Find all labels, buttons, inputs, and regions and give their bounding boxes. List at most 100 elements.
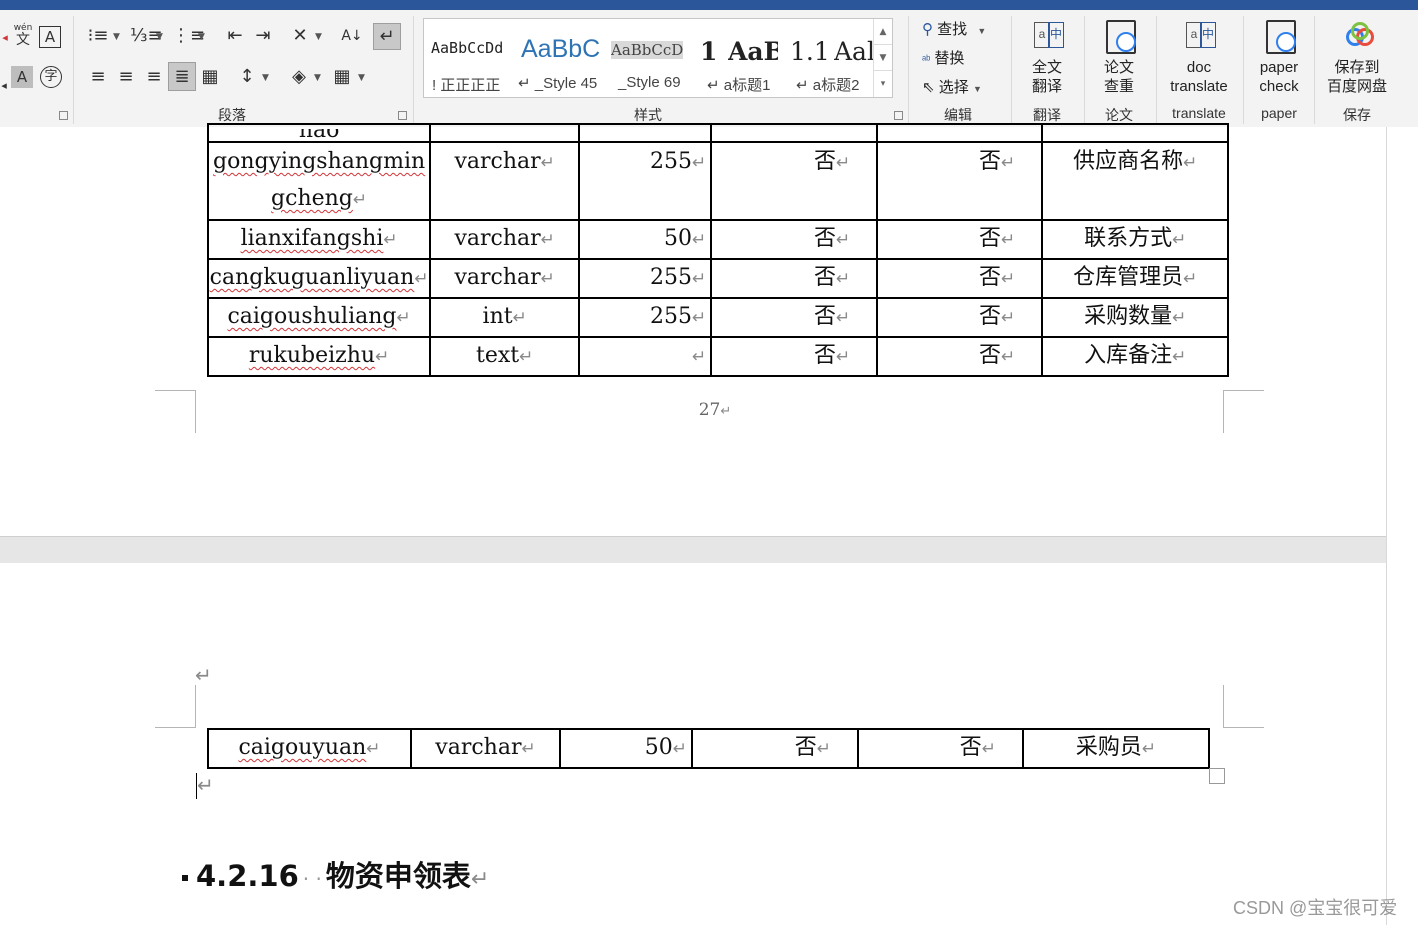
table-cell[interactable]: 否↵ xyxy=(710,219,879,260)
replace-button[interactable]: ᵃᵇ 替换 xyxy=(922,47,964,68)
enclose-characters-icon[interactable]: 字 xyxy=(40,66,62,88)
justify-icon[interactable]: ≣ xyxy=(168,62,196,91)
table-cell[interactable]: 否↵ xyxy=(710,141,879,221)
character-shading-icon[interactable]: A xyxy=(11,66,33,88)
bullets-icon[interactable]: ⁝≡ xyxy=(87,26,109,46)
page[interactable]: hao gongyingshangmingcheng↵ varchar↵ 255… xyxy=(0,123,1386,537)
table-cell[interactable]: 仓库管理员↵ xyxy=(1041,258,1230,299)
table-resize-handle[interactable] xyxy=(1209,768,1225,784)
align-center-icon[interactable]: ≡ xyxy=(115,67,137,87)
table-cell[interactable]: 255↵ xyxy=(578,141,713,221)
table-cell[interactable]: 否↵ xyxy=(691,728,859,769)
table-cell[interactable]: varchar↵ xyxy=(429,219,581,260)
chinese-layout-dropdown-icon[interactable]: ▼ xyxy=(315,32,322,42)
line-spacing-icon[interactable]: ↕ xyxy=(236,67,258,87)
shading-dropdown-icon[interactable]: ▼ xyxy=(314,73,321,83)
section-heading[interactable]: 4.2.16 · · 物资申领表↵ xyxy=(182,853,489,895)
page[interactable]: ↵ caigouyuan↵ varchar↵ 50↵ 否↵ 否↵ 采购员↵ ↵ … xyxy=(0,563,1386,925)
select-button[interactable]: ⇖ 选择 ▼ xyxy=(922,76,982,97)
table-row: hao xyxy=(206,123,1230,143)
gallery-scroll[interactable]: ▲ ▼ ▾ xyxy=(873,19,892,97)
table-cell[interactable]: varchar↵ xyxy=(429,258,581,299)
table-cell[interactable]: 50↵ xyxy=(559,728,693,769)
multilevel-list-icon[interactable]: ⋮≡ xyxy=(172,26,205,46)
doc-translate-button[interactable]: a 中 doc translate xyxy=(1162,18,1236,96)
table-cell[interactable]: caigoushuliang↵ xyxy=(206,297,432,338)
gallery-more-icon[interactable]: ▾ xyxy=(874,71,892,97)
table-cell[interactable]: 供应商名称↵ xyxy=(1041,141,1230,221)
show-paragraph-marks-icon[interactable]: ↵ xyxy=(373,23,401,50)
table-cell[interactable]: 255↵ xyxy=(578,258,713,299)
document-search-icon xyxy=(1262,18,1296,54)
table-cell[interactable]: 否↵ xyxy=(876,219,1044,260)
table-cell[interactable] xyxy=(710,123,879,143)
align-right-icon[interactable]: ≡ xyxy=(143,67,165,87)
group-label-editing: 编辑 xyxy=(944,107,972,123)
shading-icon[interactable]: ◈ xyxy=(288,67,310,87)
numbering-icon[interactable]: ⅓≡ xyxy=(130,26,163,46)
gallery-up-icon[interactable]: ▲ xyxy=(874,19,892,45)
table-cell[interactable]: 否↵ xyxy=(710,336,879,377)
sort-icon[interactable]: A↓ xyxy=(341,26,363,46)
table-cell[interactable]: lianxifangshi↵ xyxy=(206,219,432,260)
font-dialog-launcher-icon[interactable] xyxy=(59,111,68,120)
table-cell[interactable]: 否↵ xyxy=(876,336,1044,377)
table-cell[interactable]: caigouyuan↵ xyxy=(207,728,412,769)
table-cell[interactable]: 否↵ xyxy=(857,728,1024,769)
table-cell[interactable]: 255↵ xyxy=(578,297,713,338)
table-cell[interactable]: 否↵ xyxy=(876,297,1044,338)
full-translate-button[interactable]: a 中 全文 翻译 xyxy=(1021,18,1073,96)
table-cell[interactable]: 否↵ xyxy=(876,141,1044,221)
table-cell[interactable]: ↵ xyxy=(578,336,713,377)
table-cell[interactable]: text↵ xyxy=(429,336,581,377)
table-cell[interactable] xyxy=(876,123,1044,143)
styles-dialog-launcher-icon[interactable] xyxy=(894,111,903,120)
character-border-icon[interactable]: A xyxy=(39,26,61,48)
crop-mark xyxy=(1223,685,1264,728)
line-spacing-dropdown-icon[interactable]: ▼ xyxy=(262,73,269,83)
borders-icon[interactable]: ▦ xyxy=(331,67,353,87)
table-cell[interactable]: gongyingshangmin gcheng↵ xyxy=(206,141,432,221)
table-cell[interactable]: 50↵ xyxy=(578,219,713,260)
styles-gallery[interactable]: AaBbCcDd ! 正正正正 AaBbC ↵ _Style 45 AaBbCc… xyxy=(423,18,893,98)
borders-dropdown-icon[interactable]: ▼ xyxy=(358,73,365,83)
cursor-arrow-icon: ⇖ xyxy=(922,79,935,96)
paper-check-button[interactable]: paper check xyxy=(1250,18,1308,96)
table-cell[interactable]: varchar↵ xyxy=(429,141,581,221)
table-row: cangkuguanliyuan↵ varchar↵ 255↵ 否↵ 否↵ 仓库… xyxy=(206,258,1230,299)
table-cell[interactable]: varchar↵ xyxy=(410,728,561,769)
align-left-icon[interactable]: ≡ xyxy=(87,67,109,87)
chinese-layout-icon[interactable]: ✕ xyxy=(289,26,311,46)
document-area[interactable]: hao gongyingshangmingcheng↵ varchar↵ 255… xyxy=(0,123,1418,925)
table-cell[interactable]: 否↵ xyxy=(876,258,1044,299)
save-to-baidu-button[interactable]: 保存到 百度网盘 xyxy=(1322,18,1392,96)
group-label-styles: 样式 xyxy=(634,107,662,123)
crop-mark xyxy=(155,685,196,728)
decrease-indent-icon[interactable]: ⇤ xyxy=(224,26,246,46)
table-cell[interactable] xyxy=(578,123,713,143)
gallery-down-icon[interactable]: ▼ xyxy=(874,45,892,71)
paragraph-dialog-launcher-icon[interactable] xyxy=(398,111,407,120)
paper-check-cn-button[interactable]: 论文 查重 xyxy=(1093,18,1145,96)
format-partial-icon[interactable]: ◂ xyxy=(0,76,8,96)
table-cell[interactable]: cangkuguanliyuan↵ xyxy=(206,258,432,299)
table-cell[interactable] xyxy=(1041,123,1230,143)
find-button[interactable]: ⚲ 查找 ▼ xyxy=(922,18,986,39)
table-cell[interactable] xyxy=(429,123,581,143)
bullets-dropdown-icon[interactable]: ▼ xyxy=(113,32,120,42)
distributed-icon[interactable]: ▦ xyxy=(199,67,221,87)
table-cell[interactable]: 采购数量↵ xyxy=(1041,297,1230,338)
table-cell[interactable]: hao xyxy=(206,123,432,143)
numbering-dropdown-icon[interactable]: ▼ xyxy=(156,32,163,42)
phonetic-guide-icon[interactable]: wén 文 xyxy=(12,24,34,48)
table-cell[interactable]: 入库备注↵ xyxy=(1041,336,1230,377)
table-cell[interactable]: 否↵ xyxy=(710,258,879,299)
increase-indent-icon[interactable]: ⇥ xyxy=(252,26,274,46)
table-cell[interactable]: 采购员↵ xyxy=(1022,728,1210,769)
font-color-partial-icon[interactable]: ◂ xyxy=(0,28,10,48)
table-cell[interactable]: rukubeizhu↵ xyxy=(206,336,432,377)
table-cell[interactable]: int↵ xyxy=(429,297,581,338)
multilevel-dropdown-icon[interactable]: ▼ xyxy=(198,32,205,42)
table-cell[interactable]: 联系方式↵ xyxy=(1041,219,1230,260)
table-cell[interactable]: 否↵ xyxy=(710,297,879,338)
